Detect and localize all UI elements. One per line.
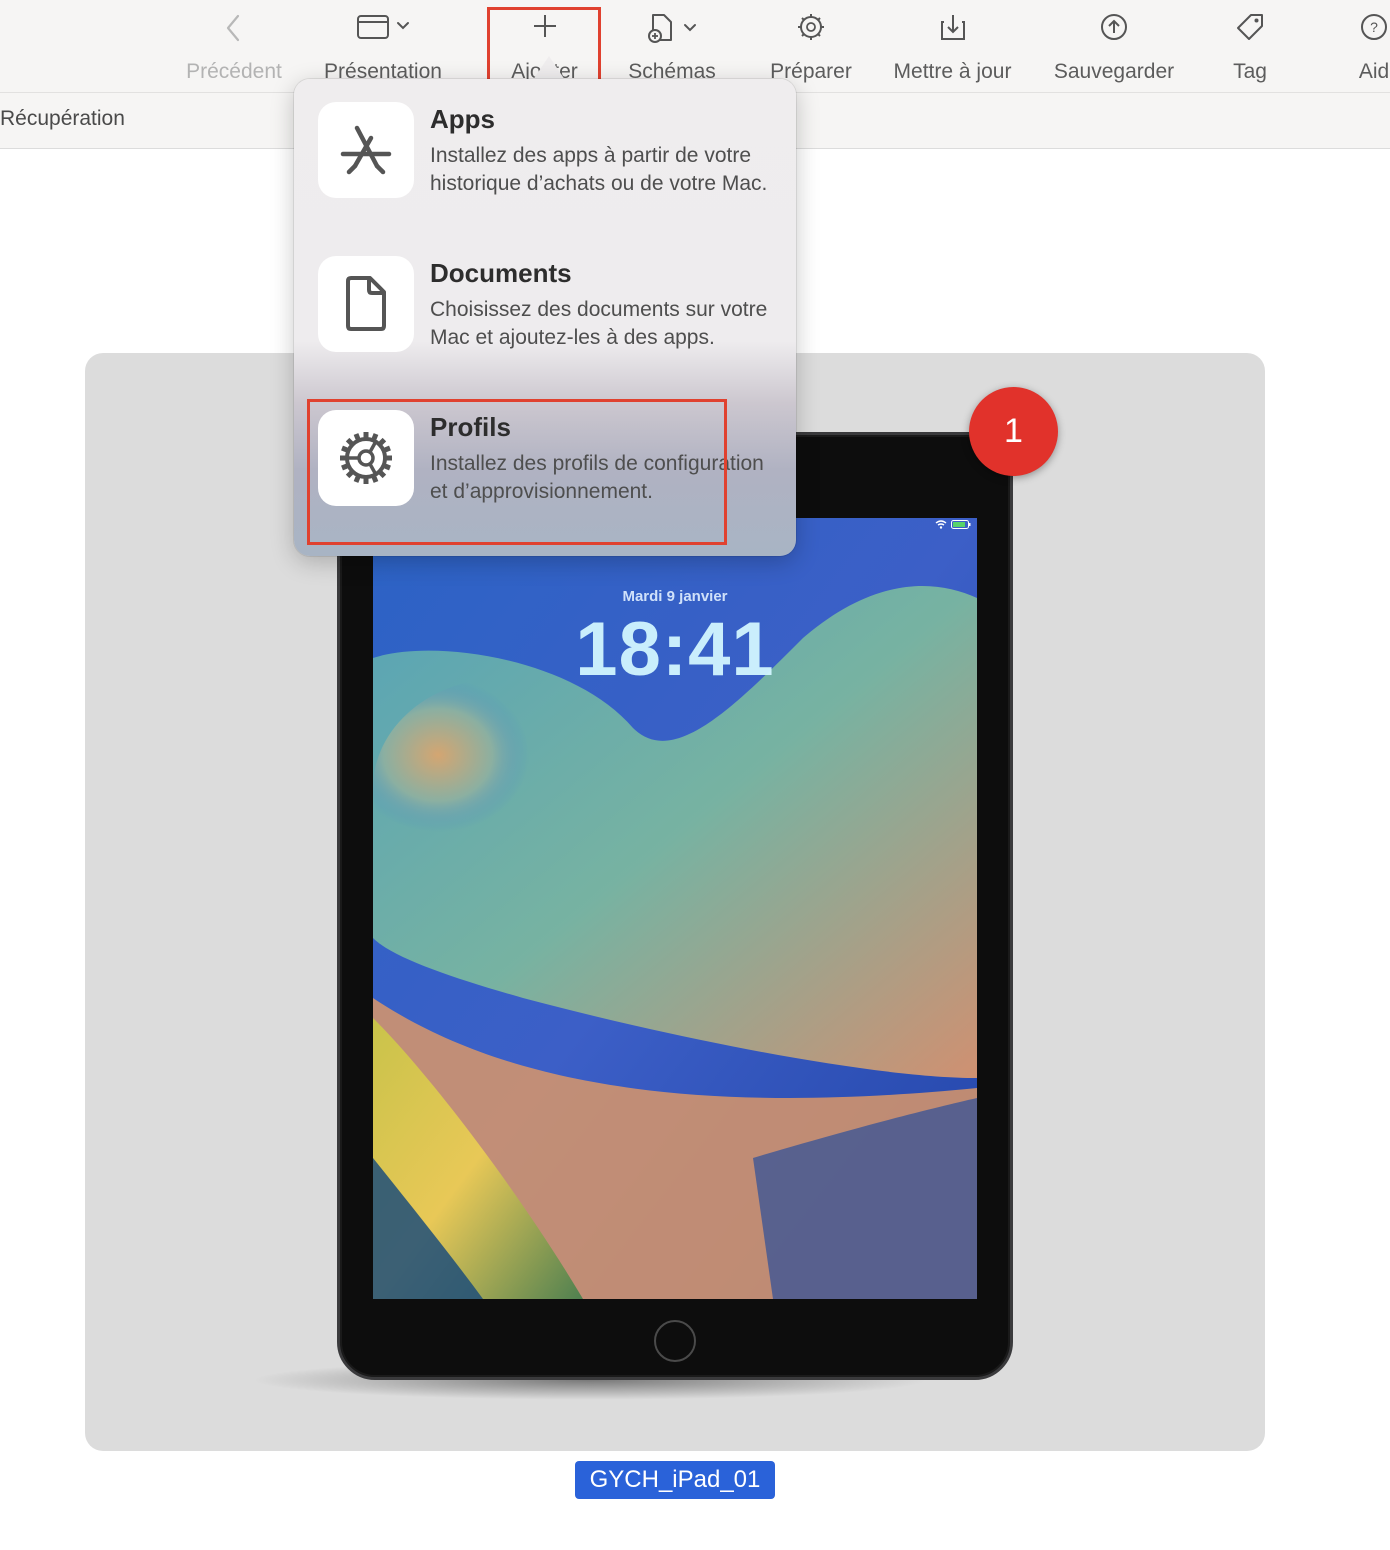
device-name-label[interactable]: GYCH_iPad_01 <box>575 1461 775 1499</box>
menu-item-apps[interactable]: Apps Installez des apps à partir de votr… <box>318 102 778 242</box>
recovery-label: Récupération <box>0 107 125 130</box>
help-icon: ? <box>1359 12 1389 42</box>
step-badge: 1 <box>969 387 1058 476</box>
update-button[interactable]: Mettre à jour <box>880 0 1025 93</box>
battery-icon <box>951 520 971 529</box>
lock-screen-time: 18:41 <box>575 607 775 692</box>
status-bar <box>935 520 971 529</box>
previous-button[interactable]: Précédent <box>174 0 294 93</box>
document-add-icon <box>647 12 697 44</box>
popover-arrow <box>533 56 565 80</box>
chevron-down-icon <box>684 24 696 32</box>
gear-icon <box>796 12 826 42</box>
previous-label: Précédent <box>186 60 282 83</box>
tag-label: Tag <box>1233 60 1267 83</box>
home-button <box>654 1320 696 1362</box>
update-label: Mettre à jour <box>893 60 1012 83</box>
backup-button[interactable]: Sauvegarder <box>1044 0 1184 93</box>
help-label: Aid <box>1358 60 1390 83</box>
profiles-highlight-box <box>307 399 727 545</box>
chevron-left-icon <box>224 12 244 44</box>
tag-icon <box>1235 12 1265 42</box>
wifi-icon <box>935 520 947 529</box>
help-button[interactable]: ? Aid <box>1352 0 1390 93</box>
menu-item-apps-title: Apps <box>430 104 495 134</box>
upload-circle-icon <box>1099 12 1129 42</box>
document-icon <box>318 256 414 352</box>
menu-item-documents-title: Documents <box>430 258 572 288</box>
svg-text:?: ? <box>1370 19 1378 35</box>
chevron-down-icon <box>397 22 409 30</box>
ipad-screen: Mardi 9 janvier 18:41 <box>373 518 977 1299</box>
backup-label: Sauvegarder <box>1053 60 1175 83</box>
menu-item-documents-description: Choisissez des documents sur votre Mac e… <box>430 298 768 349</box>
menu-item-apps-description: Installez des apps à partir de votre his… <box>430 144 768 195</box>
tag-button[interactable]: Tag <box>1210 0 1290 93</box>
window-icon <box>356 12 410 40</box>
download-icon <box>939 12 967 42</box>
lock-screen-date: Mardi 9 janvier <box>622 588 728 605</box>
app-store-icon <box>318 102 414 198</box>
menu-item-documents[interactable]: Documents Choisissez des documents sur v… <box>318 256 778 396</box>
